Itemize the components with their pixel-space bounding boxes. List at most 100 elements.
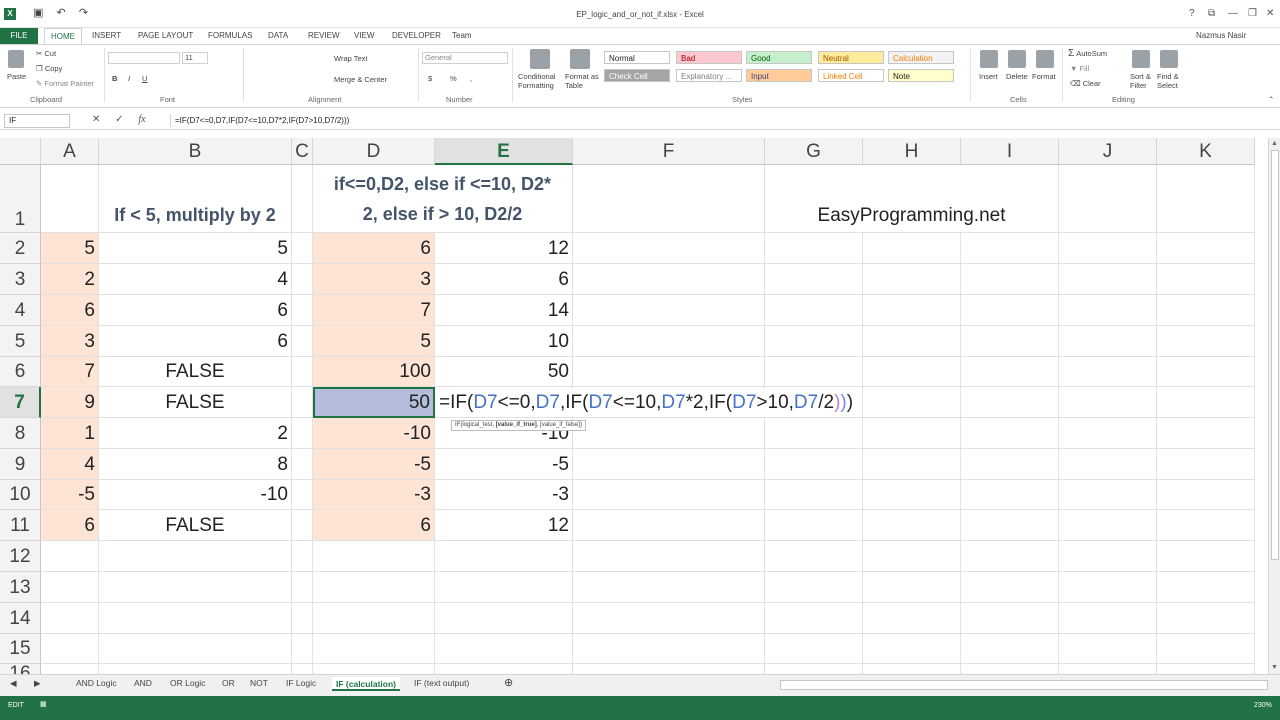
cell-b11[interactable]: FALSE [99, 510, 292, 541]
cell-h14[interactable] [863, 603, 961, 634]
cell-i6[interactable] [961, 357, 1059, 387]
row-header-10[interactable]: 10 [0, 480, 41, 510]
macro-record-icon[interactable]: ▦ [40, 700, 47, 708]
row-header-14[interactable]: 14 [0, 603, 41, 634]
cell-style-calculation[interactable]: Calculation [888, 51, 954, 64]
cell-h8[interactable] [863, 418, 961, 449]
tab-developer[interactable]: DEVELOPER [392, 31, 441, 40]
sheet-tab-if-text-output[interactable]: IF (text output) [414, 678, 469, 688]
cell-e5[interactable]: 10 [435, 326, 573, 357]
cell-a9[interactable]: 4 [41, 449, 99, 480]
cell-a5[interactable]: 3 [41, 326, 99, 357]
insert-button[interactable]: Insert [979, 72, 998, 81]
cell-a14[interactable] [41, 603, 99, 634]
column-header-c[interactable]: C [292, 138, 313, 165]
cell-k12[interactable] [1157, 541, 1255, 572]
cell-b14[interactable] [99, 603, 292, 634]
scroll-up-icon[interactable]: ▲ [1271, 140, 1278, 147]
cell-k8[interactable] [1157, 418, 1255, 449]
sheet-tab-not[interactable]: NOT [250, 678, 268, 688]
close-icon[interactable]: ✕ [1266, 8, 1274, 19]
insert-cells-icon[interactable] [980, 50, 998, 68]
paste-button[interactable]: Paste [7, 72, 26, 81]
cell-g6[interactable] [765, 357, 863, 387]
cell-h2[interactable] [863, 233, 961, 264]
cell-g16[interactable] [765, 664, 863, 674]
bold-button[interactable]: B [112, 74, 117, 83]
format-cells-icon[interactable] [1036, 50, 1054, 68]
paste-icon[interactable] [8, 50, 24, 68]
row-header-9[interactable]: 9 [0, 449, 41, 480]
cell-j15[interactable] [1059, 634, 1157, 664]
cell-i12[interactable] [961, 541, 1059, 572]
cell-b12[interactable] [99, 541, 292, 572]
tab-team[interactable]: Team [452, 31, 472, 40]
clear-button[interactable]: ⌫ Clear [1070, 79, 1101, 88]
sheet-tab-if-calculation[interactable]: IF (calculation) [332, 677, 400, 691]
column-header-i[interactable]: I [961, 138, 1059, 165]
cell-h12[interactable] [863, 541, 961, 572]
cell-style-good[interactable]: Good [746, 51, 812, 64]
cell-g15[interactable] [765, 634, 863, 664]
percent-button[interactable]: % [450, 74, 457, 83]
cell-g13[interactable] [765, 572, 863, 603]
cell-style-neutral[interactable]: Neutral [818, 51, 884, 64]
conditional-formatting-icon[interactable] [530, 49, 550, 69]
cell-c8[interactable] [292, 418, 313, 449]
cell-g14[interactable] [765, 603, 863, 634]
column-header-g[interactable]: G [765, 138, 863, 165]
tab-view[interactable]: VIEW [354, 31, 374, 40]
sheet-tab-or[interactable]: OR [222, 678, 235, 688]
row-header-11[interactable]: 11 [0, 510, 41, 541]
comma-button[interactable]: , [470, 74, 472, 83]
cell-d14[interactable] [313, 603, 435, 634]
row-header-2[interactable]: 2 [0, 233, 41, 264]
cell-f4[interactable] [573, 295, 765, 326]
column-header-h[interactable]: H [863, 138, 961, 165]
cell-b1[interactable]: If < 5, multiply by 2 [99, 165, 292, 233]
row-header-7[interactable]: 7 [0, 387, 41, 418]
cell-h16[interactable] [863, 664, 961, 674]
cell-a6[interactable]: 7 [41, 357, 99, 387]
cell-k2[interactable] [1157, 233, 1255, 264]
insert-function-icon[interactable]: fx [138, 114, 145, 125]
delete-cells-icon[interactable] [1008, 50, 1026, 68]
collapse-ribbon-icon[interactable]: ⌃ [1268, 95, 1274, 104]
tab-review[interactable]: REVIEW [308, 31, 340, 40]
delete-button[interactable]: Delete [1006, 72, 1028, 81]
wrap-text-button[interactable]: Wrap Text [334, 54, 368, 63]
cell-b3[interactable]: 4 [99, 264, 292, 295]
row-header-3[interactable]: 3 [0, 264, 41, 295]
cell-c3[interactable] [292, 264, 313, 295]
cell-e2[interactable]: 12 [435, 233, 573, 264]
cell-g8[interactable] [765, 418, 863, 449]
tab-file[interactable]: FILE [0, 28, 38, 44]
tab-data[interactable]: DATA [268, 31, 288, 40]
cell-b8[interactable]: 2 [99, 418, 292, 449]
cell-i4[interactable] [961, 295, 1059, 326]
cell-c1[interactable] [292, 165, 313, 233]
cell-f6[interactable] [573, 357, 765, 387]
cell-g5[interactable] [765, 326, 863, 357]
row-header-15[interactable]: 15 [0, 634, 41, 664]
currency-button[interactable]: $ [428, 74, 432, 83]
cell-k7[interactable] [1157, 387, 1255, 418]
cell-a4[interactable]: 6 [41, 295, 99, 326]
cell-f13[interactable] [573, 572, 765, 603]
cell-e15[interactable] [435, 634, 573, 664]
cell-c16[interactable] [292, 664, 313, 674]
row-header-8[interactable]: 8 [0, 418, 41, 449]
row-header-4[interactable]: 4 [0, 295, 41, 326]
cell-d11[interactable]: 6 [313, 510, 435, 541]
cell-h10[interactable] [863, 480, 961, 510]
cell-b9[interactable]: 8 [99, 449, 292, 480]
cell-a8[interactable]: 1 [41, 418, 99, 449]
cell-h6[interactable] [863, 357, 961, 387]
column-header-e[interactable]: E [435, 138, 573, 165]
cell-i9[interactable] [961, 449, 1059, 480]
cell-a7[interactable]: 9 [41, 387, 99, 418]
cell-i14[interactable] [961, 603, 1059, 634]
fill-button[interactable]: ▼ Fill [1070, 64, 1089, 73]
row-header-12[interactable]: 12 [0, 541, 41, 572]
cell-a16[interactable] [41, 664, 99, 674]
